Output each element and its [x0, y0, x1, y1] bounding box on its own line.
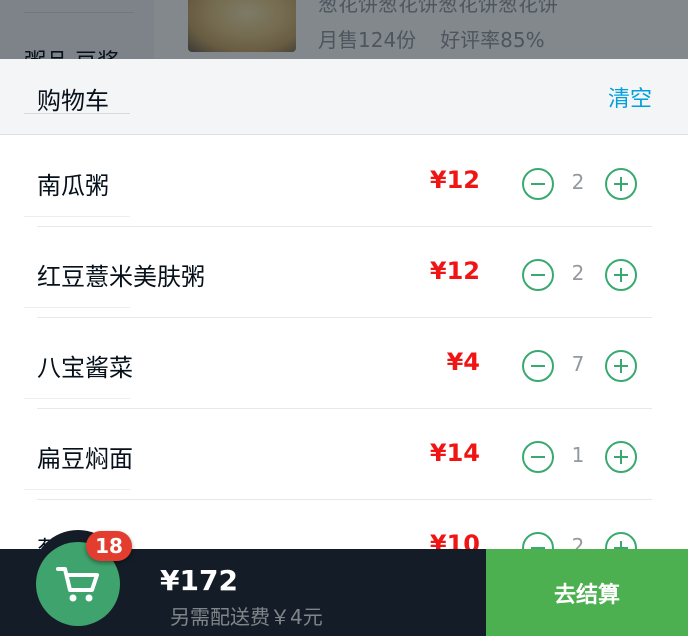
cart-count-badge: 18 — [86, 531, 132, 561]
cart-item: 南瓜粥 ¥12 2 — [0, 136, 688, 227]
increase-quantity-button[interactable] — [605, 350, 637, 382]
item-quantity: 2 — [571, 261, 585, 285]
shopping-cart-icon — [56, 567, 99, 602]
decrease-quantity-button[interactable] — [522, 532, 554, 549]
total-price: ¥172 — [160, 564, 238, 597]
increase-quantity-button[interactable] — [605, 441, 637, 473]
item-quantity: 2 — [571, 534, 585, 549]
item-quantity: 7 — [571, 352, 585, 376]
delivery-fee-note: 另需配送费￥4元 — [170, 605, 323, 629]
decrease-quantity-button[interactable] — [522, 259, 554, 291]
item-quantity: 2 — [571, 170, 585, 194]
cart-item: 红豆薏米美肤粥 ¥12 2 — [0, 227, 688, 318]
item-name: 南瓜粥 — [37, 172, 109, 200]
cart-panel: 购物车 清空 南瓜粥 ¥12 2 红豆薏米美肤粥 ¥12 2 八宝酱菜 ¥4 7… — [0, 59, 688, 549]
cart-header: 购物车 清空 — [0, 59, 688, 135]
decrease-quantity-button[interactable] — [522, 350, 554, 382]
cart-title: 购物车 — [37, 87, 109, 115]
cart-item: 扁豆焖面 ¥14 1 — [0, 409, 688, 500]
decrease-quantity-button[interactable] — [522, 441, 554, 473]
increase-quantity-button[interactable] — [605, 168, 637, 200]
header-divider — [24, 113, 130, 114]
checkout-button[interactable]: 去结算 — [486, 549, 688, 636]
item-name-underline — [24, 398, 130, 399]
item-name-underline — [24, 307, 130, 308]
clear-cart-button[interactable]: 清空 — [608, 81, 652, 113]
item-price: ¥12 — [429, 257, 480, 285]
increase-quantity-button[interactable] — [605, 532, 637, 549]
item-price: ¥4 — [446, 348, 480, 376]
item-name: 八宝酱菜 — [37, 354, 133, 382]
item-quantity: 1 — [571, 443, 585, 467]
item-name-underline — [24, 216, 130, 217]
cart-item: 八宝酱菜 ¥4 7 — [0, 318, 688, 409]
item-name: 扁豆焖面 — [37, 445, 133, 473]
item-name-underline — [24, 489, 130, 490]
increase-quantity-button[interactable] — [605, 259, 637, 291]
item-price: ¥10 — [429, 530, 480, 549]
item-price: ¥12 — [429, 166, 480, 194]
decrease-quantity-button[interactable] — [522, 168, 554, 200]
item-price: ¥14 — [429, 439, 480, 467]
item-name: 红豆薏米美肤粥 — [37, 263, 205, 291]
